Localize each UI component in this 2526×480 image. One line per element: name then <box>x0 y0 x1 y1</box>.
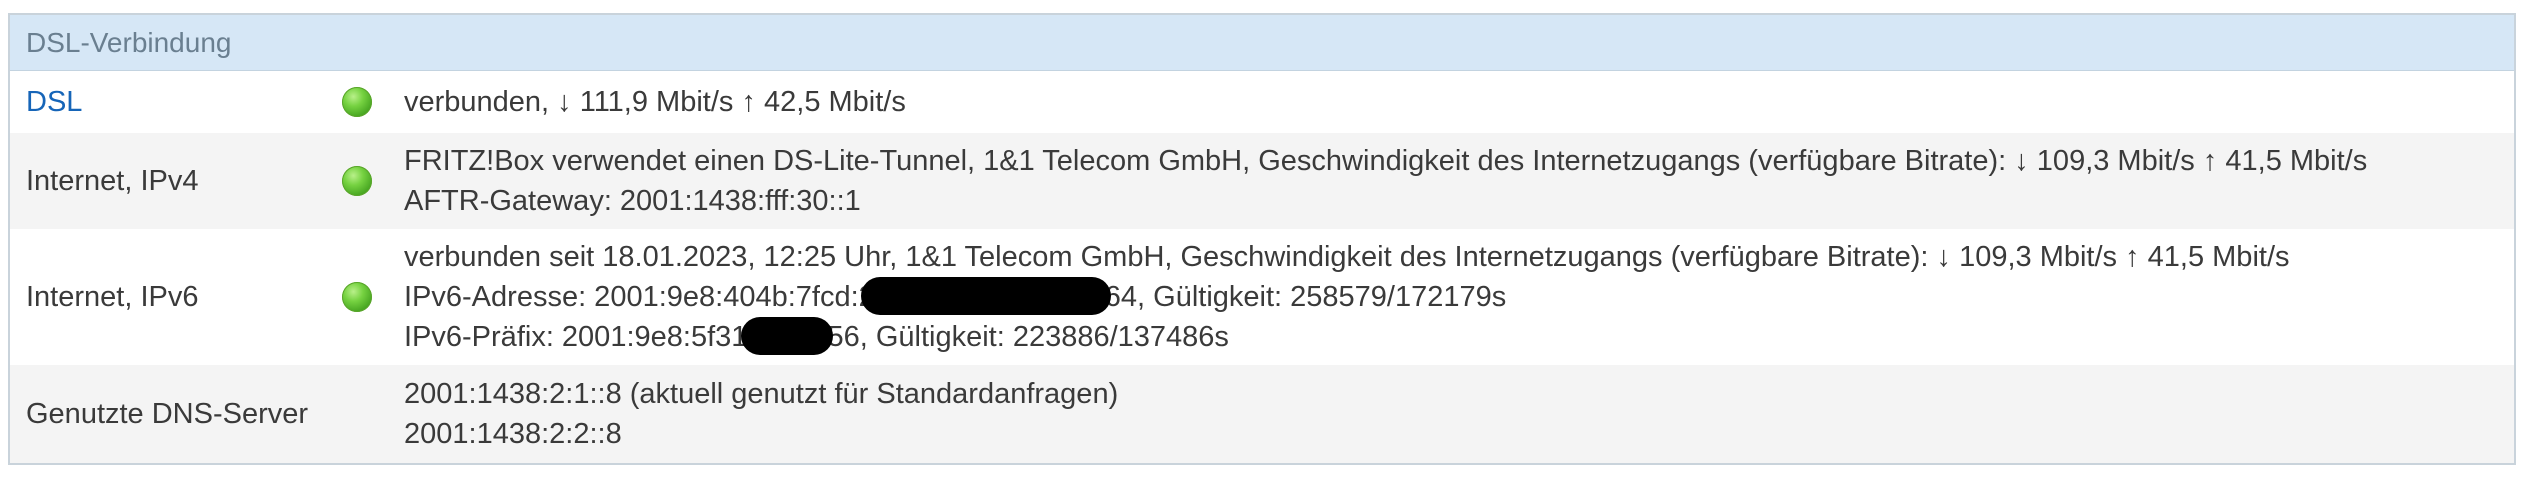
status-row-dsl: DSL verbunden, ↓ 111,9 Mbit/s ↑ 42,5 Mbi… <box>10 71 2514 133</box>
status-ok-icon <box>342 166 372 196</box>
row-label: Internet, IPv4 <box>26 164 199 197</box>
row-value: verbunden seit 18.01.2023, 12:25 Uhr, 1&… <box>404 229 2514 365</box>
status-led-cell-empty <box>340 365 404 463</box>
status-row-ipv4: Internet, IPv4 FRITZ!Box verwendet einen… <box>10 133 2514 229</box>
ipv6-address-end: 64, Gültigkeit: 258579/172179s <box>1104 280 1507 313</box>
ipv6-status-text: verbunden seit 18.01.2023, 12:25 Uhr, 1&… <box>404 240 2290 273</box>
ipv6-address-start: IPv6-Adresse: 2001:9e8:404b:7fcd:2 <box>404 280 875 313</box>
ipv6-address-line: IPv6-Adresse: 2001:9e8:404b:7fcd:2 64, Gü… <box>404 277 2514 317</box>
ipv4-status-text: FRITZ!Box verwendet einen DS-Lite-Tunnel… <box>404 145 2368 177</box>
dsl-status-text: verbunden, ↓ 111,9 Mbit/s ↑ 42,5 Mbit/s <box>404 86 906 118</box>
ipv6-prefix-start: IPv6-Präfix: 2001:9e8:5f31: <box>404 321 756 353</box>
row-value: FRITZ!Box verwendet einen DS-Lite-Tunnel… <box>404 133 2514 229</box>
status-ok-icon <box>342 87 372 117</box>
row-label: Internet, IPv6 <box>26 280 199 313</box>
aftr-gateway-text: AFTR-Gateway: 2001:1438:fff:30::1 <box>404 185 861 217</box>
status-led-cell <box>340 229 404 365</box>
status-row-ipv6: Internet, IPv6 verbunden seit 18.01.2023… <box>10 229 2514 365</box>
row-value: verbunden, ↓ 111,9 Mbit/s ↑ 42,5 Mbit/s <box>404 71 2514 133</box>
row-label: Genutzte DNS-Server <box>26 397 309 430</box>
redaction-mark <box>741 317 834 356</box>
status-ok-icon <box>342 282 372 312</box>
ipv6-prefix-end: 56, Gültigkeit: 223886/137486s <box>827 321 1229 353</box>
dsl-link[interactable]: DSL <box>26 86 82 119</box>
dns-server-primary: 2001:1438:2:1::8 (aktuell genutzt für St… <box>404 378 1119 410</box>
dsl-connection-panel: DSL-Verbindung DSL verbunden, ↓ 111,9 Mb… <box>8 13 2516 465</box>
redaction-mark <box>860 277 1111 315</box>
row-label: DSL <box>10 71 340 133</box>
section-title: DSL-Verbindung <box>10 15 2514 71</box>
ipv6-prefix-line: IPv6-Präfix: 2001:9e8:5f31: 56, Gültigkei… <box>404 317 2514 357</box>
status-led-cell <box>340 133 404 229</box>
row-value: 2001:1438:2:1::8 (aktuell genutzt für St… <box>404 365 2514 463</box>
status-led-cell <box>340 71 404 133</box>
dns-server-secondary: 2001:1438:2:2::8 <box>404 418 622 450</box>
status-row-dns: Genutzte DNS-Server 2001:1438:2:1::8 (ak… <box>10 365 2514 463</box>
